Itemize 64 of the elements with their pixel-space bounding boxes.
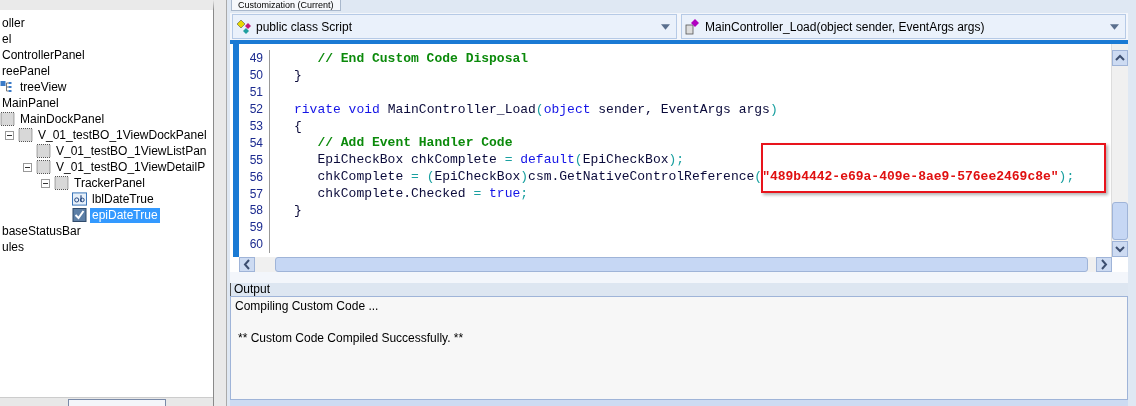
panel-icon <box>36 160 51 174</box>
output-header: Output <box>230 283 1128 296</box>
tree-item[interactable]: treeView <box>18 79 69 95</box>
code-line: { <box>294 118 302 134</box>
panel-icon <box>36 144 51 158</box>
code-line: // End Custom Code Disposal <box>316 50 529 66</box>
tree-item[interactable]: V_01_testBO_1ViewDockPanel <box>36 127 209 143</box>
collapse-toggle-icon[interactable] <box>40 178 50 188</box>
scroll-right-icon[interactable] <box>1096 257 1112 272</box>
line-number: 53 <box>248 119 263 133</box>
code-line: } <box>294 67 302 83</box>
class-icon <box>236 18 252 35</box>
vertical-scrollbar[interactable] <box>1111 44 1128 257</box>
text-label-icon <box>72 192 87 206</box>
line-number: 58 <box>248 203 263 218</box>
output-line: Compiling Custom Code ... <box>235 299 379 313</box>
code-editor[interactable] <box>230 40 1128 272</box>
code-line: // Add Event Handler Code <box>316 135 513 151</box>
code-line: chkComplete = (EpiCheckBox)csm.GetNativeControlReference("489b4442-e69a-409e-8ae9-576ee2469c8e"); <box>316 169 1075 185</box>
tree-item[interactable]: ControllerPanel <box>0 47 87 63</box>
member-dropdown[interactable]: MainController_Load(object sender, EventArgs args) <box>681 14 1126 39</box>
scroll-up-icon[interactable] <box>1112 50 1128 66</box>
line-number: 56 <box>248 169 263 184</box>
code-line: rivate void MainController_Load(object sender, EventArgs args) <box>294 101 778 117</box>
tree-item[interactable]: lblDateTrue <box>90 191 156 207</box>
tree-item[interactable]: V_01_testBO_1ViewListPan <box>54 143 209 159</box>
tree-item[interactable]: MainPanel <box>0 95 61 111</box>
collapse-toggle-icon[interactable] <box>22 162 32 172</box>
line-number: 52 <box>248 102 263 117</box>
collapse-toggle-icon[interactable] <box>4 130 14 140</box>
tree-item[interactable]: oller <box>0 15 27 31</box>
output-line: ** Custom Code Compiled Successfully. ** <box>238 331 464 345</box>
code-line: chkComplete.Checked = true; <box>316 186 529 202</box>
tree-item[interactable]: TrackerPanel <box>72 175 147 191</box>
tree-view-icon <box>0 80 15 94</box>
checkbox-icon <box>72 208 87 222</box>
scroll-left-icon[interactable] <box>239 257 255 272</box>
code-line: EpiCheckBox chkComplete = default(EpiCheckBox); <box>316 152 685 168</box>
caret-icon <box>1110 23 1119 30</box>
tree-item[interactable]: reePanel <box>0 63 53 79</box>
tree-item[interactable]: ules <box>0 239 26 255</box>
line-number: 54 <box>248 135 263 150</box>
panel-icon <box>18 128 33 142</box>
caret-icon <box>661 23 670 30</box>
panel-icon <box>0 112 15 126</box>
line-number: 50 <box>248 68 263 83</box>
tree-item[interactable]: baseStatusBar <box>0 223 83 239</box>
line-number: 57 <box>248 186 263 201</box>
tree-item[interactable]: el <box>0 31 14 47</box>
method-icon <box>685 18 701 35</box>
code-line: } <box>294 202 302 218</box>
tree-item[interactable]: V_01_testBO_1ViewDetailP <box>54 159 208 175</box>
scroll-thumb[interactable] <box>68 399 166 406</box>
line-number: 49 <box>248 51 263 66</box>
editor-tab[interactable]: Customization (Current) <box>231 0 341 11</box>
line-number: 59 <box>248 220 263 235</box>
line-number: 60 <box>248 237 263 252</box>
tree-item[interactable]: MainDockPanel <box>18 111 107 127</box>
line-number: 51 <box>248 85 263 100</box>
scroll-down-icon[interactable] <box>1112 241 1128 257</box>
scroll-thumb[interactable] <box>1112 202 1128 240</box>
panel-icon <box>54 176 69 190</box>
class-dropdown[interactable]: public class Script <box>232 14 677 39</box>
line-number: 55 <box>248 152 263 167</box>
